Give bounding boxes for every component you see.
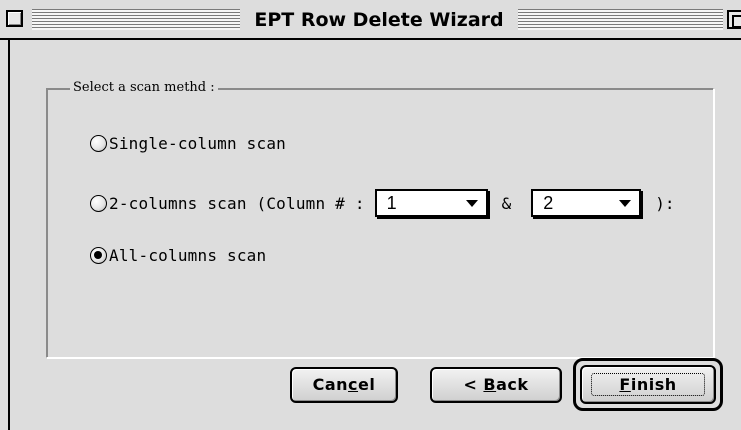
radio-two-columns-label: 2-columns scan (Column # :	[109, 193, 365, 213]
zoom-box-icon[interactable]	[727, 10, 741, 29]
radio-all-columns[interactable]: All-columns scan	[90, 243, 266, 267]
and-separator: &	[501, 193, 512, 213]
radio-button-icon[interactable]	[90, 194, 107, 212]
scan-method-group	[46, 88, 714, 358]
column-select-1[interactable]: 1	[374, 189, 488, 217]
radio-all-columns-label: All-columns scan	[109, 245, 267, 265]
title-stripes-left	[32, 9, 240, 30]
title-stripes-right	[518, 9, 723, 30]
radio-button-selected-icon[interactable]	[90, 246, 107, 264]
back-label-post: ack	[496, 375, 529, 394]
wizard-window: EPT Row Delete Wizard Select a scan meth…	[0, 0, 741, 430]
cancel-label-pre: Can	[312, 375, 349, 394]
window-title: EPT Row Delete Wizard	[246, 6, 512, 34]
radio-single-column-label: Single-column scan	[109, 133, 286, 153]
chevron-down-icon[interactable]	[619, 200, 632, 207]
dialog-content: Select a scan methd : Single-column scan…	[8, 40, 741, 430]
radio-button-icon[interactable]	[90, 134, 107, 152]
radio-two-columns[interactable]: 2-columns scan (Column # : 1 & 2 ):	[90, 188, 675, 218]
title-bar[interactable]: EPT Row Delete Wizard	[0, 0, 741, 40]
closing-paren: ):	[655, 193, 675, 213]
scan-method-label: Select a scan methd :	[70, 78, 218, 98]
finish-button[interactable]: Finish	[580, 365, 716, 404]
cancel-label-post: el	[358, 375, 376, 394]
chevron-down-icon[interactable]	[465, 200, 478, 207]
back-label-mnemonic: B	[483, 375, 497, 394]
finish-label-mnemonic: F	[619, 375, 631, 394]
column-select-2[interactable]: 2	[531, 189, 642, 217]
back-label-pre: <	[463, 375, 484, 394]
finish-label-post: inish	[630, 375, 677, 394]
radio-single-column[interactable]: Single-column scan	[90, 131, 286, 155]
cancel-label-mnemonic: c	[348, 375, 359, 394]
back-button[interactable]: < Back	[430, 367, 562, 403]
close-box-icon[interactable]	[6, 10, 23, 27]
cancel-button[interactable]: Cancel	[290, 367, 398, 403]
